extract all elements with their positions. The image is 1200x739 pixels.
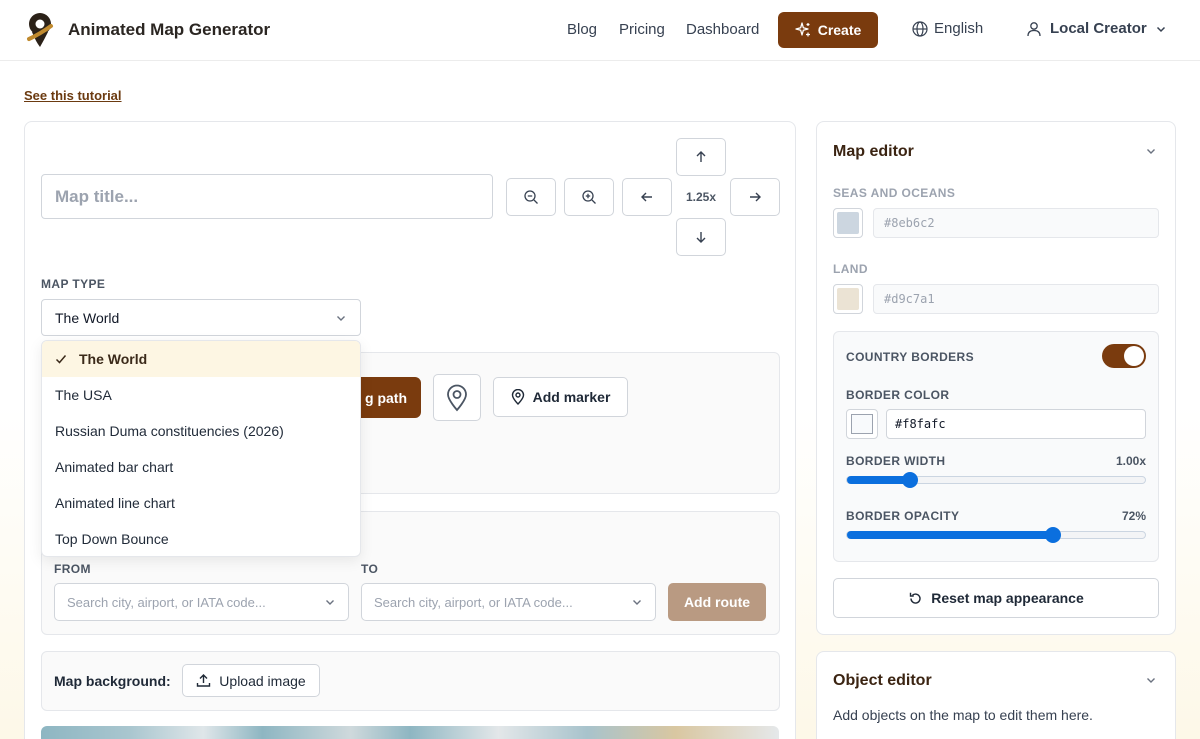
land-color-swatch[interactable]	[833, 284, 863, 314]
arrow-right-icon	[750, 192, 761, 202]
seas-hex-input[interactable]: #8eb6c2	[873, 208, 1159, 238]
zoom-out-button[interactable]	[506, 178, 556, 216]
pin-button[interactable]	[433, 374, 481, 421]
upload-image-button[interactable]: Upload image	[182, 664, 320, 697]
user-menu[interactable]: Local Creator	[1026, 20, 1167, 37]
chevron-down-icon[interactable]	[1145, 145, 1157, 157]
map-editor-panel: Map editor SEAS AND OCEANS #8eb6c2 LAND …	[816, 121, 1176, 635]
map-type-option-label: Top Down Bounce	[55, 531, 169, 547]
chevron-down-icon	[1156, 26, 1165, 32]
land-hex-input[interactable]: #d9c7a1	[873, 284, 1159, 314]
seas-color-swatch[interactable]	[833, 208, 863, 238]
object-editor-panel: Object editor Add objects on the map to …	[816, 651, 1176, 739]
pan-up-button[interactable]	[676, 138, 726, 176]
map-type-select[interactable]: The World	[41, 299, 361, 336]
country-borders-label: COUNTRY BORDERS	[846, 350, 975, 364]
zoom-level: 1.25x	[685, 190, 717, 204]
user-icon	[1027, 21, 1041, 36]
nav-dashboard-link[interactable]: Dashboard	[686, 21, 759, 38]
add-route-button[interactable]: Add route	[668, 583, 766, 621]
route-to-label: TO	[361, 562, 379, 576]
nav-blog-link[interactable]: Blog	[567, 21, 597, 38]
user-name: Local Creator	[1050, 20, 1147, 37]
upload-icon	[197, 674, 211, 687]
border-color-hex-input[interactable]: #f8fafc	[886, 409, 1146, 439]
check-icon	[55, 355, 67, 364]
route-to-input[interactable]: Search city, airport, or IATA code...	[361, 583, 656, 621]
pan-right-button[interactable]	[730, 178, 780, 216]
top-header: Animated Map Generator Blog Pricing Dash…	[0, 0, 1200, 61]
reset-icon	[910, 592, 921, 604]
language-label: English	[934, 20, 984, 37]
map-type-option-label: Animated line chart	[55, 495, 175, 511]
tutorial-link[interactable]: See this tutorial	[24, 88, 122, 103]
route-from-placeholder: Search city, airport, or IATA code...	[67, 594, 266, 610]
upload-image-label: Upload image	[219, 672, 306, 689]
border-opacity-slider[interactable]	[846, 527, 1146, 543]
map-title-input[interactable]: Map title...	[41, 174, 493, 219]
add-marker-button[interactable]: Add marker	[493, 377, 628, 417]
border-opacity-slider-thumb[interactable]	[1044, 527, 1061, 543]
map-preview[interactable]	[41, 726, 779, 739]
pan-left-button[interactable]	[622, 178, 672, 216]
zoom-in-button[interactable]	[564, 178, 614, 216]
border-width-slider[interactable]	[846, 472, 1146, 488]
arrow-down-icon	[696, 232, 706, 243]
map-editor-title: Map editor	[833, 143, 914, 160]
map-type-option[interactable]: Russian Duma constituencies (2026)	[42, 413, 360, 449]
zoom-out-icon	[524, 190, 538, 204]
map-type-option-label: The World	[79, 351, 148, 367]
map-type-option[interactable]: The USA	[42, 377, 360, 413]
country-borders-toggle[interactable]	[1102, 344, 1146, 368]
object-editor-hint: Add objects on the map to edit them here…	[833, 707, 1093, 723]
chevron-down-icon	[633, 600, 641, 605]
chevron-down-icon	[337, 315, 345, 321]
border-width-slider-thumb[interactable]	[901, 472, 918, 488]
land-label: LAND	[833, 262, 868, 276]
arrow-up-icon	[696, 151, 706, 162]
nav-pricing-link[interactable]: Pricing	[619, 21, 665, 38]
sparkles-icon	[795, 22, 810, 37]
route-from-input[interactable]: Search city, airport, or IATA code...	[54, 583, 349, 621]
border-width-label: BORDER WIDTH	[846, 454, 946, 468]
map-type-dropdown: The World The USA Russian Duma constitue…	[41, 340, 361, 557]
add-marker-label: Add marker	[532, 389, 611, 405]
pan-down-button[interactable]	[676, 218, 726, 256]
arrow-left-icon	[641, 192, 652, 202]
border-width-value: 1.00x	[1115, 454, 1146, 468]
app-logo-icon[interactable]	[26, 12, 54, 48]
country-borders-box: COUNTRY BORDERS BORDER COLOR #f8fafc BOR…	[833, 331, 1159, 562]
route-to-placeholder: Search city, airport, or IATA code...	[374, 594, 573, 610]
language-selector[interactable]: English	[912, 20, 983, 37]
map-type-option-label: The USA	[55, 387, 112, 403]
zoom-in-icon	[582, 190, 596, 204]
map-pin-icon	[511, 389, 524, 405]
reset-map-appearance-button[interactable]: Reset map appearance	[833, 578, 1159, 618]
chevron-down-icon	[326, 600, 334, 605]
map-type-option[interactable]: The World	[42, 341, 360, 377]
map-type-option[interactable]: Top Down Bounce	[42, 521, 360, 556]
map-pin-icon	[447, 384, 467, 411]
map-type-option[interactable]: Animated line chart	[42, 485, 360, 521]
border-color-swatch[interactable]	[846, 409, 878, 439]
create-button-label: Create	[817, 22, 862, 38]
app-title: Animated Map Generator	[68, 20, 271, 39]
create-button[interactable]: Create	[778, 12, 878, 48]
map-type-option-label: Animated bar chart	[55, 459, 174, 475]
map-type-option-label: Russian Duma constituencies (2026)	[55, 423, 284, 439]
border-color-label: BORDER COLOR	[846, 388, 950, 402]
object-editor-title: Object editor	[833, 672, 932, 689]
route-from-label: FROM	[54, 562, 91, 576]
map-type-option[interactable]: Animated bar chart	[42, 449, 360, 485]
map-type-value: The World	[55, 309, 120, 326]
map-type-label: MAP TYPE	[41, 277, 106, 291]
globe-icon	[912, 20, 928, 37]
map-background-label: Map background:	[54, 673, 171, 689]
reset-map-appearance-label: Reset map appearance	[931, 590, 1084, 606]
chevron-down-icon[interactable]	[1145, 674, 1157, 686]
border-opacity-label: BORDER OPACITY	[846, 509, 960, 523]
drawing-path-button[interactable]: g path	[355, 377, 421, 418]
border-opacity-value: 72%	[1121, 509, 1146, 523]
seas-label: SEAS AND OCEANS	[833, 186, 956, 200]
